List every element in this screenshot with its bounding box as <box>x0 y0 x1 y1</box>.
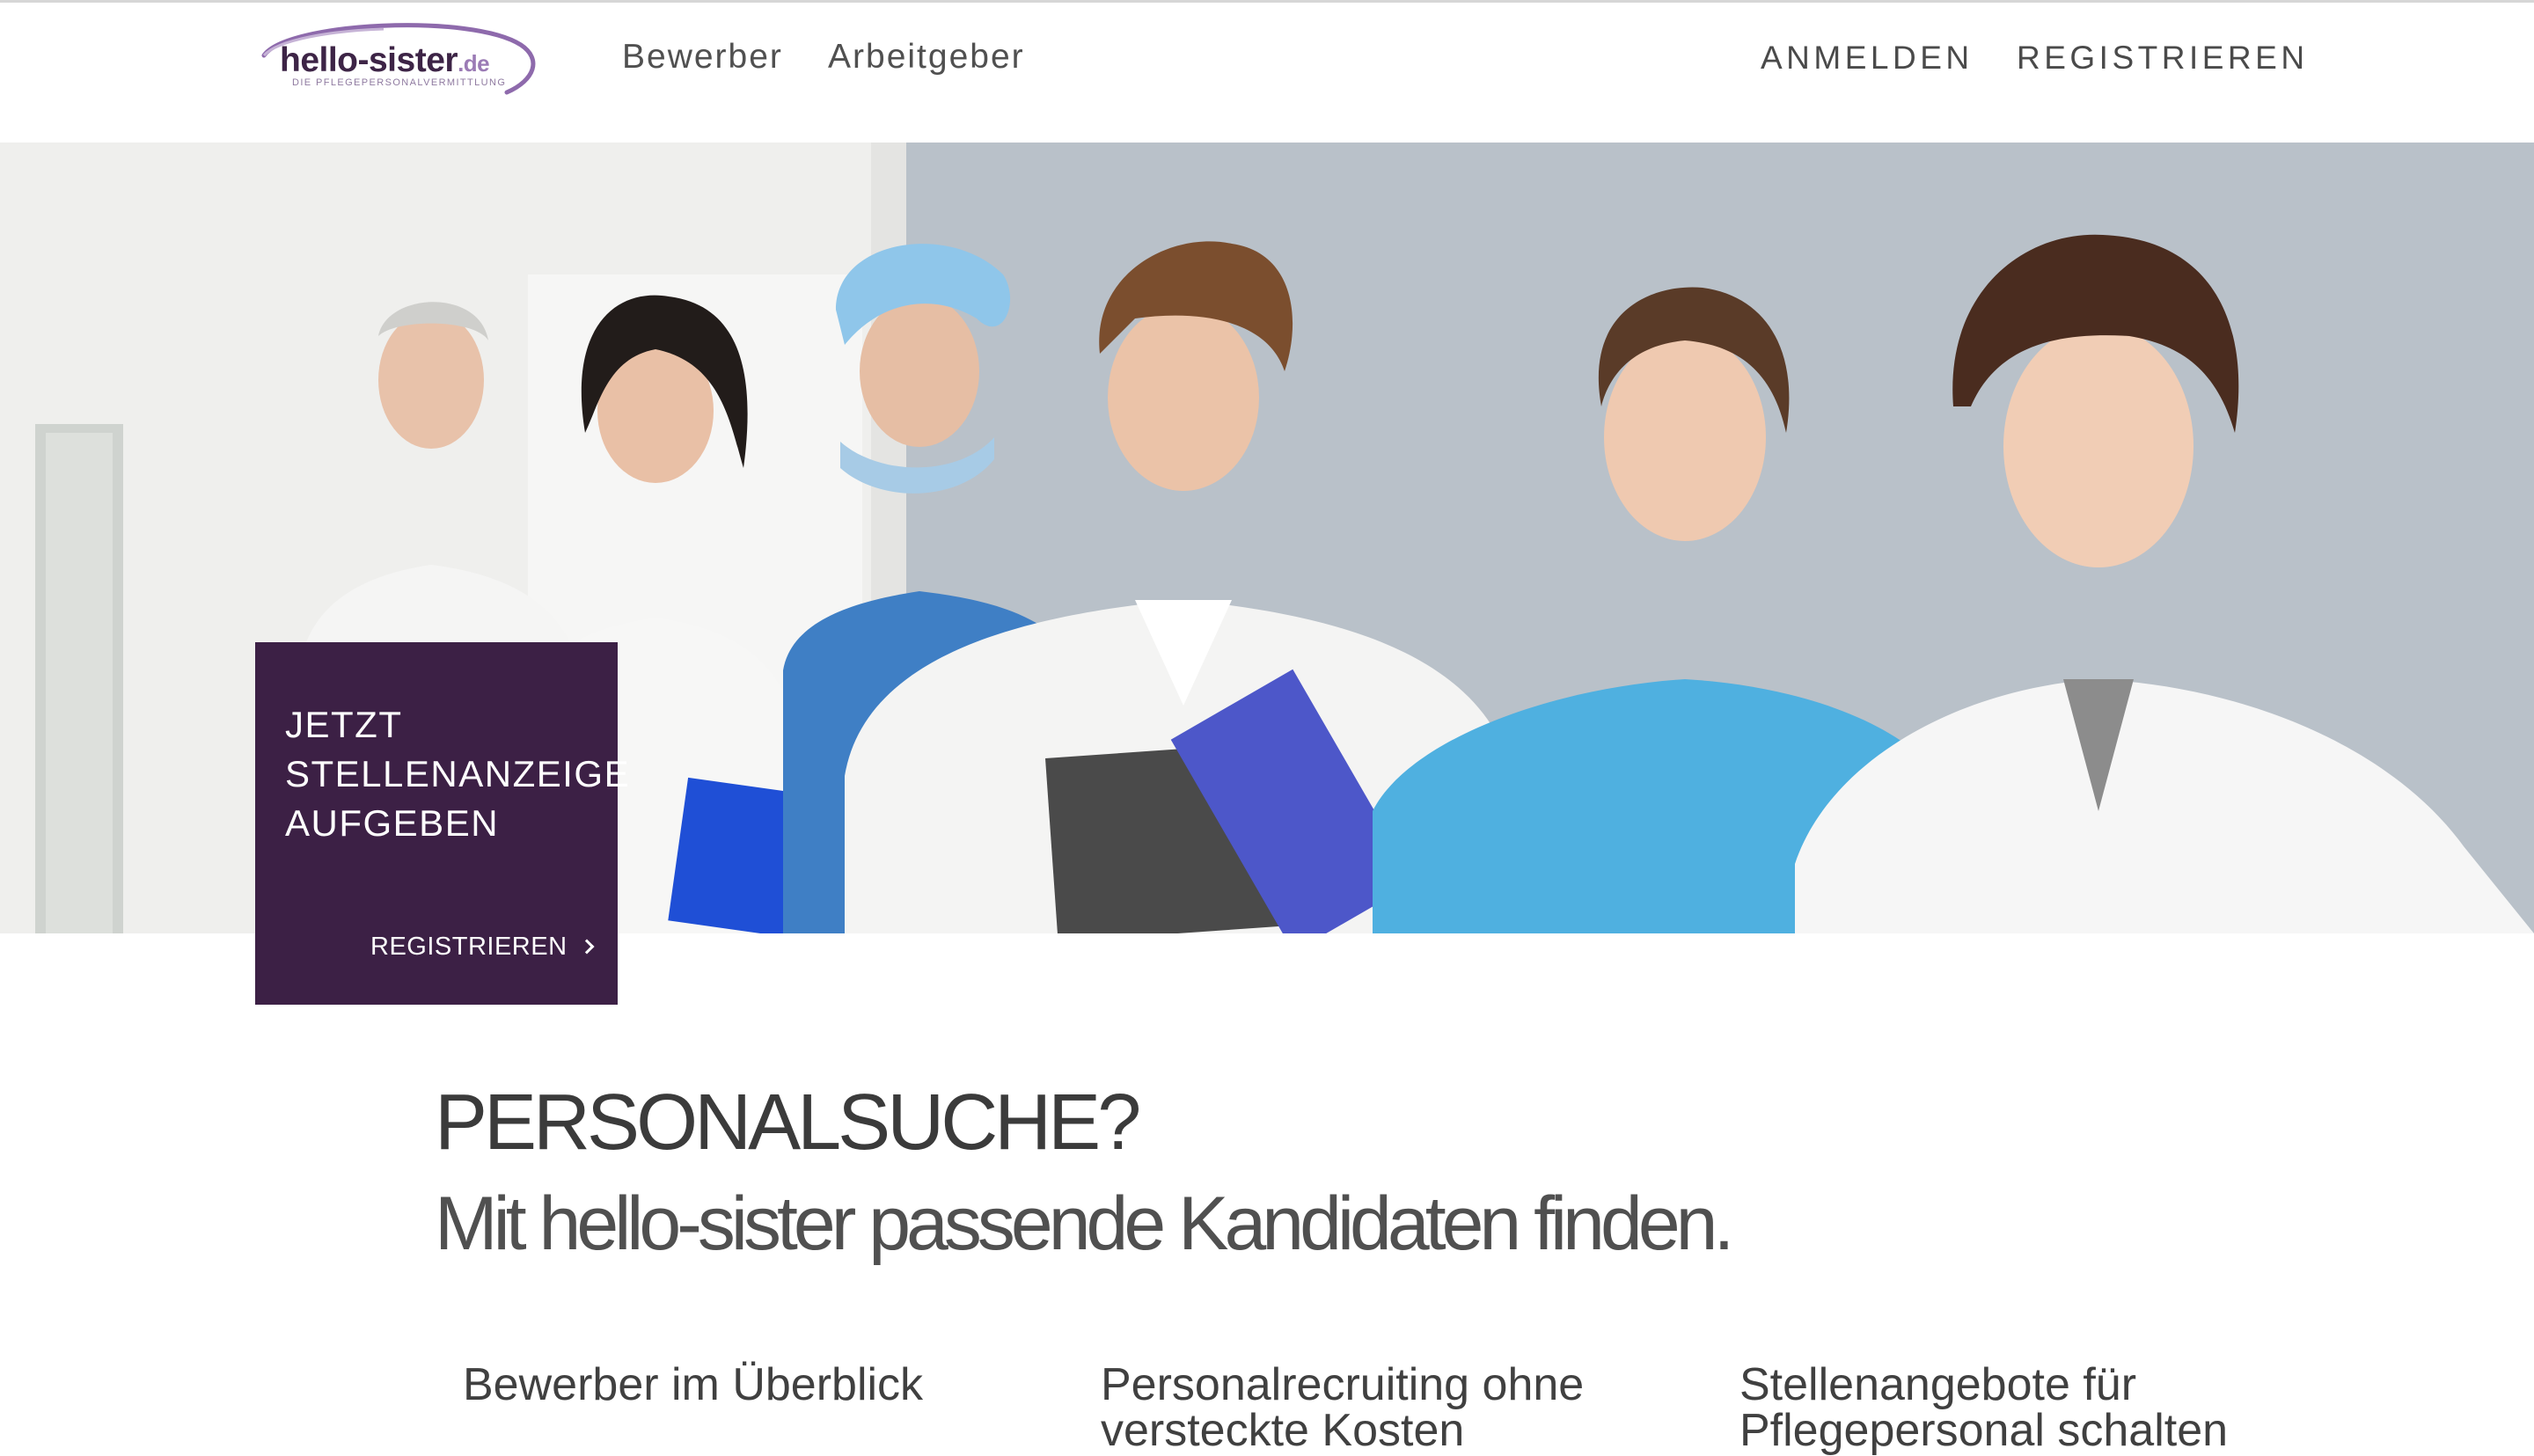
cta-register-link[interactable]: REGISTRIEREN <box>370 933 595 962</box>
feature-title: versteckte Kosten <box>1101 1405 1465 1456</box>
nav-arbeitgeber[interactable]: Arbeitgeber <box>828 38 1025 77</box>
feature-bewerber-ueberblick: Bewerber im Überblick <box>463 1362 1008 1408</box>
chevron-right-icon <box>579 939 595 955</box>
cta-title-line: AUFGEBEN <box>285 802 500 844</box>
site-header: hello-sister.de DIE PFLEGEPERSONALVERMIT… <box>0 3 2534 143</box>
page-heading: PERSONALSUCHE? <box>435 1079 1141 1167</box>
nav-anmelden[interactable]: ANMELDEN <box>1761 40 1974 77</box>
cta-title-line: STELLENANZEIGE <box>285 753 631 794</box>
cta-title: JETZT STELLENANZEIGE AUFGEBEN <box>285 700 631 848</box>
feature-title: Pflegepersonal schalten <box>1739 1405 2229 1456</box>
page-subheading: Mit hello-sister passende Kandidaten fin… <box>435 1182 1734 1266</box>
feature-title: Personalrecruiting ohne <box>1101 1359 1585 1410</box>
logo-tagline: DIE PFLEGEPERSONALVERMITTLUNG <box>292 77 507 88</box>
feature-stellenangebote: Stellenangebote für Pflegepersonal schal… <box>1739 1362 2285 1453</box>
nav-bewerber[interactable]: Bewerber <box>622 38 783 77</box>
site-logo[interactable]: hello-sister.de DIE PFLEGEPERSONALVERMIT… <box>252 17 542 101</box>
feature-title: Stellenangebote für <box>1739 1359 2137 1410</box>
cta-post-job-box[interactable]: JETZT STELLENANZEIGE AUFGEBEN REGISTRIER… <box>255 642 631 1005</box>
feature-title: Bewerber im Überblick <box>463 1359 924 1410</box>
feature-recruiting-kosten: Personalrecruiting ohne versteckte Koste… <box>1101 1362 1646 1453</box>
logo-wordmark: hello-sister.de <box>280 41 490 79</box>
cta-title-line: JETZT <box>285 704 403 745</box>
cta-register-label: REGISTRIEREN <box>370 933 568 961</box>
nav-registrieren[interactable]: REGISTRIEREN <box>2017 40 2309 77</box>
